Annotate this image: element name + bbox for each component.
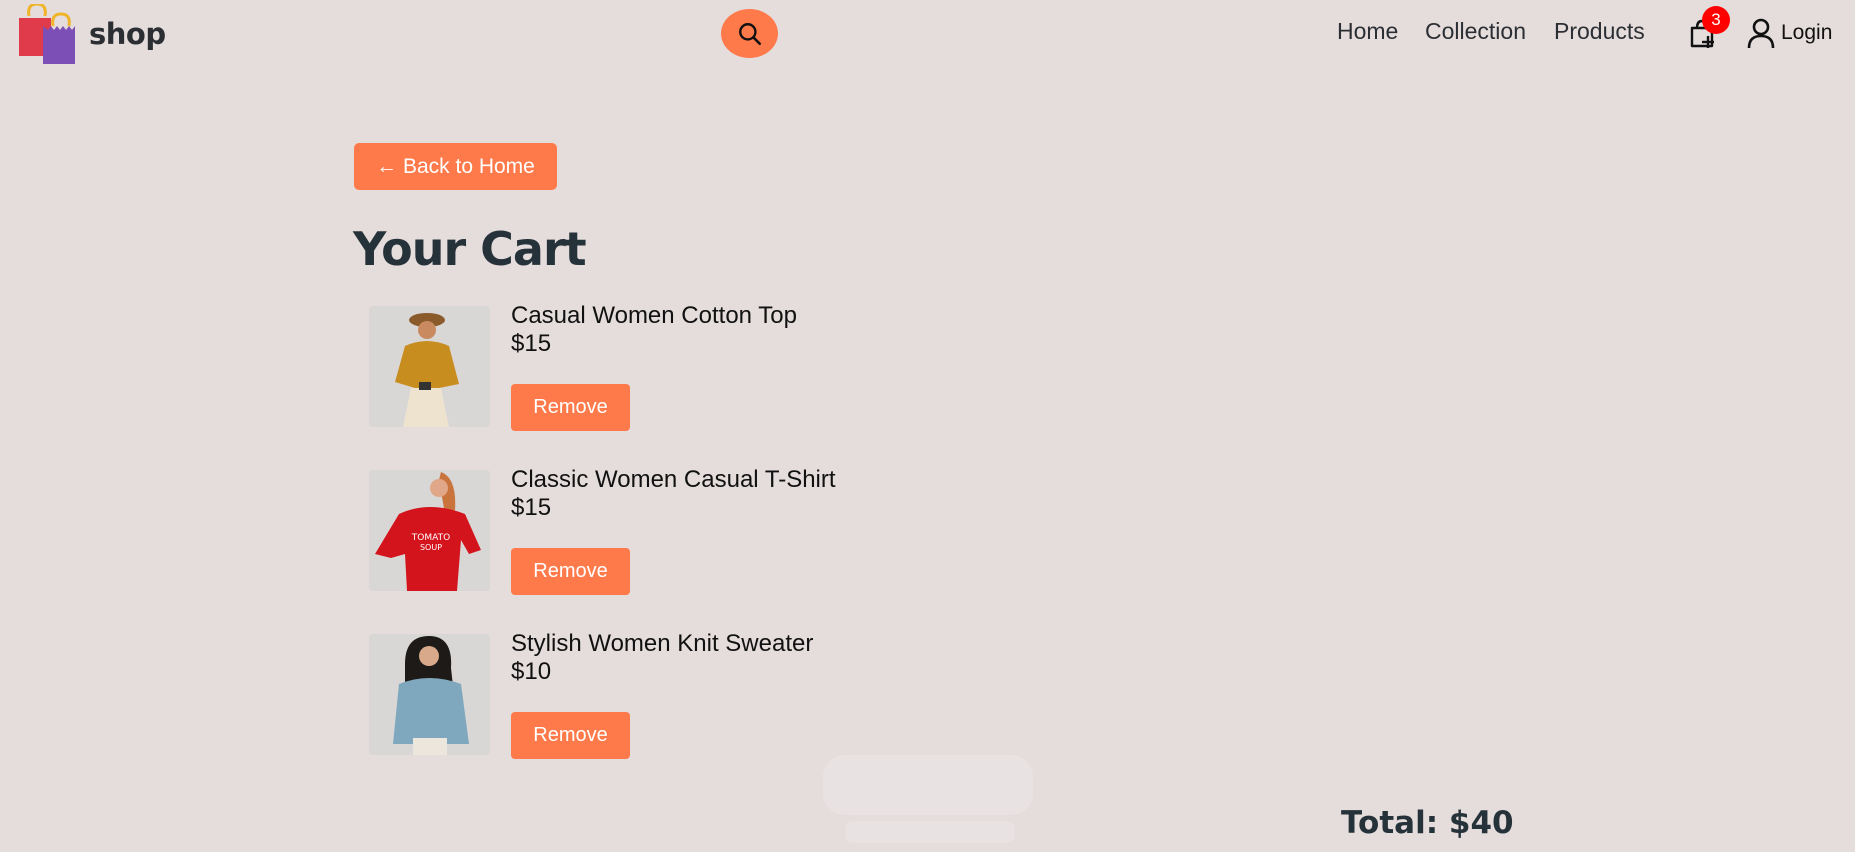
brand-name[interactable]: shop xyxy=(89,17,166,51)
user-icon xyxy=(1747,18,1775,49)
nav-products-link[interactable]: Products xyxy=(1554,18,1645,45)
empty-cart-watermark-icon xyxy=(823,755,1033,843)
product-photo-icon: TOMATO SOUP xyxy=(369,470,490,591)
product-photo-icon xyxy=(369,634,490,755)
product-image[interactable] xyxy=(369,306,490,427)
remove-button[interactable]: Remove xyxy=(511,548,630,595)
search-button[interactable] xyxy=(721,9,778,58)
product-photo-icon xyxy=(369,306,490,427)
site-header: shop Home Collection Products 3 Login xyxy=(0,0,1855,68)
nav-home-link[interactable]: Home xyxy=(1337,18,1398,45)
remove-button[interactable]: Remove xyxy=(511,712,630,759)
product-price: $10 xyxy=(511,658,552,685)
search-icon xyxy=(738,22,761,45)
product-price: $15 xyxy=(511,330,552,357)
login-link[interactable]: Login xyxy=(1781,21,1832,45)
nav-collection-link[interactable]: Collection xyxy=(1425,18,1526,45)
cart-total: Total: $40 xyxy=(1341,805,1514,841)
page-title: Your Cart xyxy=(353,222,587,276)
product-price: $15 xyxy=(511,494,552,521)
cart-item: Stylish Women Knit Sweater $10 Remove xyxy=(369,630,869,774)
svg-text:SOUP: SOUP xyxy=(420,543,442,552)
shopping-bags-logo[interactable] xyxy=(17,4,79,66)
product-image[interactable]: TOMATO SOUP xyxy=(369,470,490,591)
back-to-home-button[interactable]: ← Back to Home xyxy=(354,143,557,190)
product-image[interactable] xyxy=(369,634,490,755)
user-button[interactable] xyxy=(1746,18,1776,50)
product-name: Casual Women Cotton Top xyxy=(511,302,797,329)
product-name: Classic Women Casual T-Shirt xyxy=(511,466,836,493)
cart-item: Casual Women Cotton Top $15 Remove xyxy=(369,302,869,446)
product-name: Stylish Women Knit Sweater xyxy=(511,630,814,657)
cart-item: TOMATO SOUP Classic Women Casual T-Shirt… xyxy=(369,466,869,610)
remove-button[interactable]: Remove xyxy=(511,384,630,431)
cart-count-badge: 3 xyxy=(1702,6,1730,34)
svg-text:TOMATO: TOMATO xyxy=(411,533,450,543)
